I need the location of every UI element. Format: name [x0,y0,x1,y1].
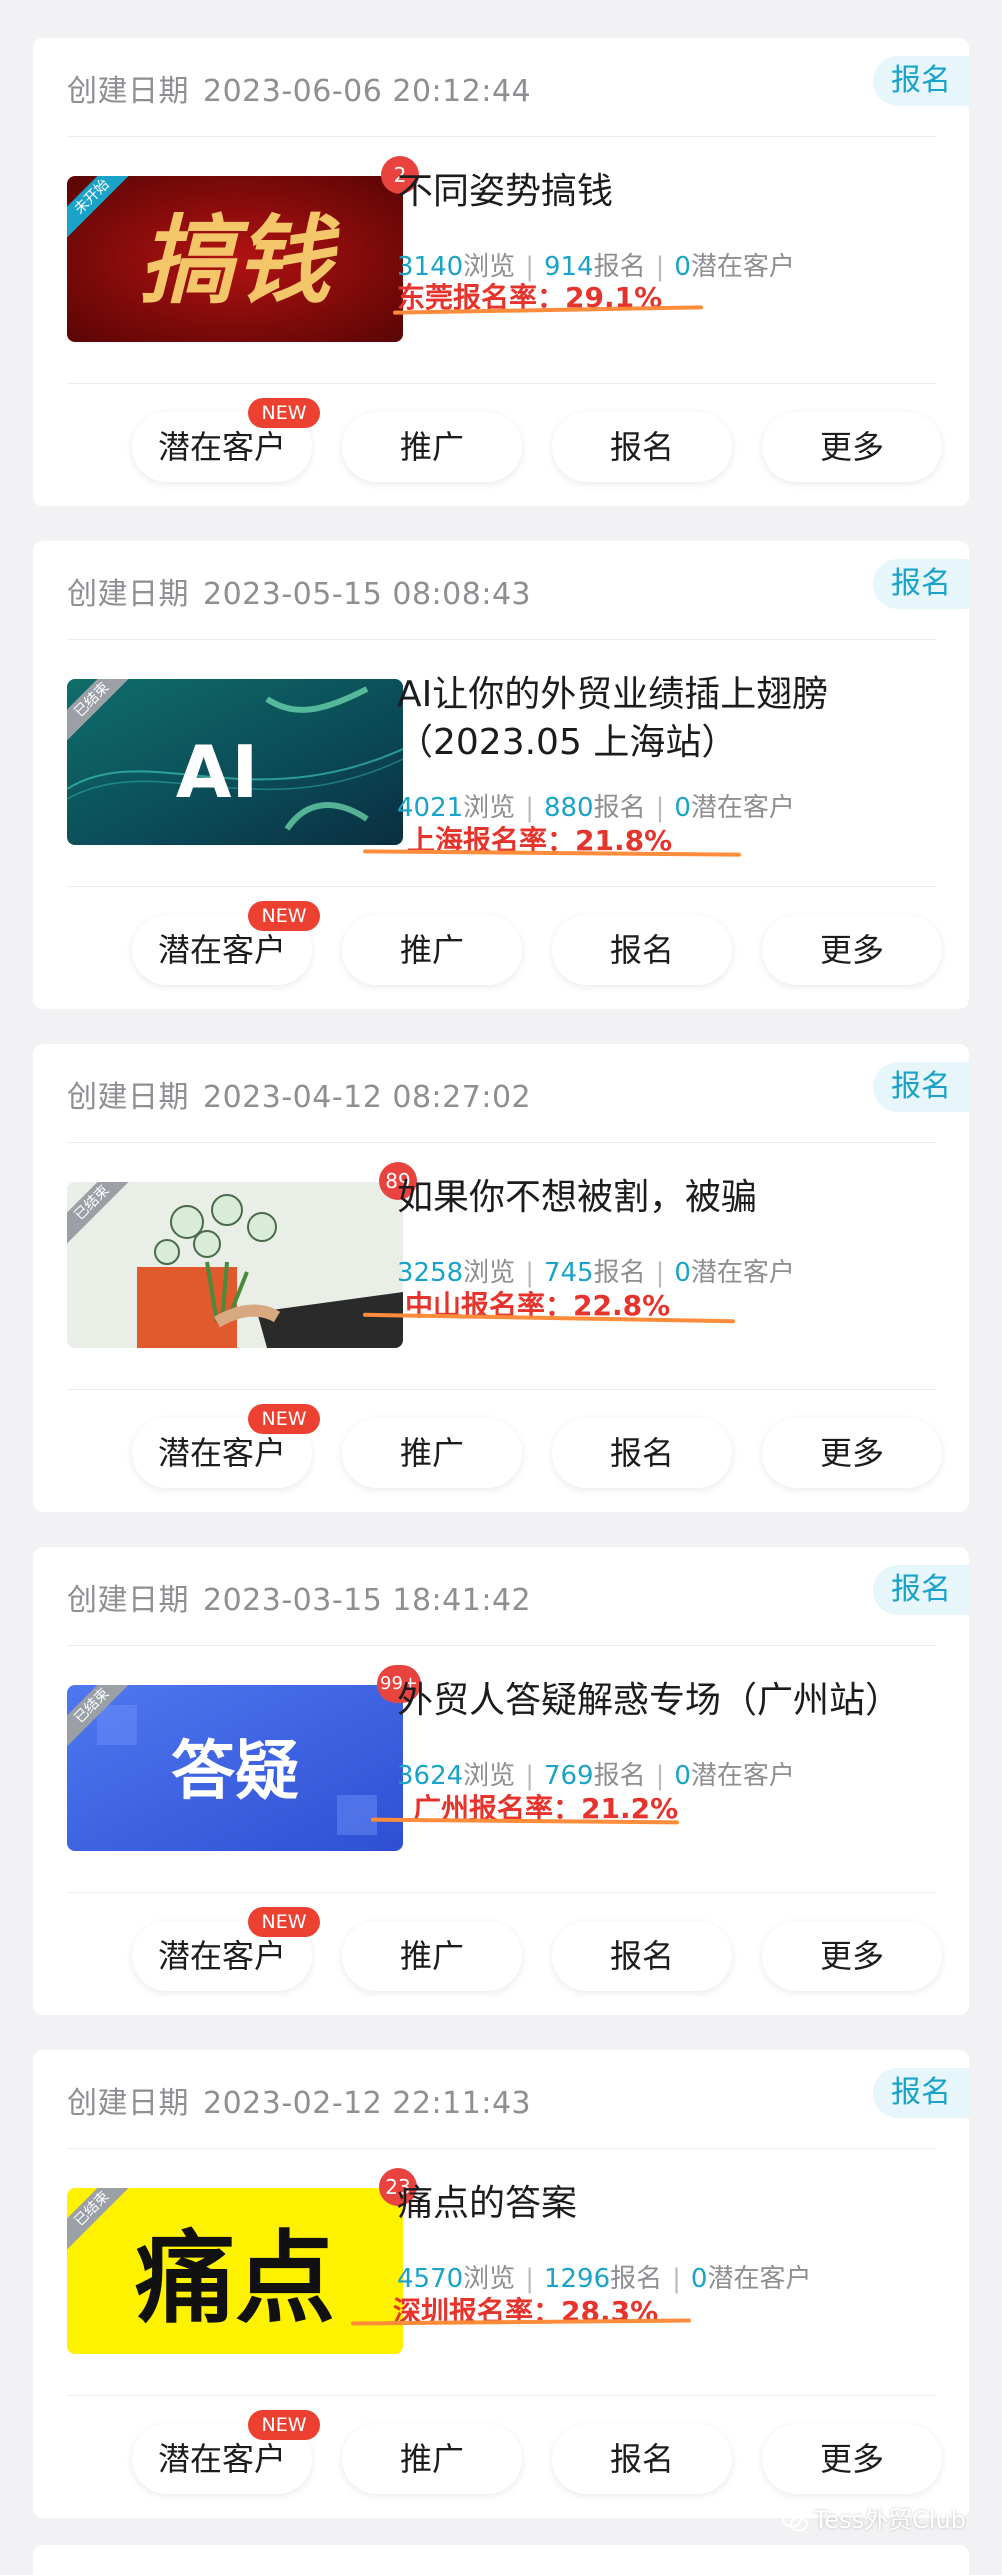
leads-button[interactable]: 潜在客户 NEW [132,1404,320,1488]
leads-button[interactable]: 潜在客户 NEW [132,398,320,482]
more-button[interactable]: 更多 [762,915,942,985]
svg-text:AI: AI [176,730,259,814]
signup-tag[interactable]: 报名 [873,1062,969,1112]
leads-button[interactable]: 潜在客户 NEW [132,901,320,985]
event-title[interactable]: 不同姿势搞钱 [397,168,957,216]
divider [67,1142,935,1143]
divider [67,639,935,640]
more-button[interactable]: 更多 [762,412,942,482]
event-thumbnail[interactable]: 痛点 已结束 [67,2188,403,2354]
divider [67,136,935,137]
event-thumbnail[interactable]: 答疑 已结束 [67,1685,403,1851]
divider [67,2148,935,2149]
leads-button[interactable]: 潜在客户 NEW [132,2410,320,2494]
event-card: 创建日期 2023-06-06 20:12:44 报名 搞钱 未开始 2 不同姿势… [33,38,969,506]
divider [67,2395,935,2396]
more-button[interactable]: 更多 [762,1418,942,1488]
svg-text:痛点: 痛点 [135,2220,335,2337]
event-thumbnail[interactable]: AI 已结束 [67,679,403,845]
new-badge: NEW [248,1404,320,1434]
signup-button[interactable]: 报名 [552,1418,732,1488]
divider [67,383,935,384]
event-card: 创建日期 2023-03-15 18:41:42 报名 答疑 已结束 99+ 外贸… [33,1547,969,2015]
created-date: 创建日期 2023-04-12 08:27:02 [67,1080,532,1115]
event-title[interactable]: 外贸人答疑解惑专场（广州站） [397,1677,957,1725]
more-button[interactable]: 更多 [762,1921,942,1991]
signup-tag[interactable]: 报名 [873,2068,969,2118]
event-title[interactable]: AI让你的外贸业绩插上翅膀（2023.05 上海站） [397,671,957,767]
leads-button[interactable]: 潜在客户 NEW [132,1907,320,1991]
signup-button[interactable]: 报名 [552,2424,732,2494]
event-title[interactable]: 如果你不想被割，被骗 [397,1174,957,1222]
promote-button[interactable]: 推广 [342,1418,522,1488]
new-badge: NEW [248,398,320,428]
new-badge: NEW [248,901,320,931]
signup-button[interactable]: 报名 [552,412,732,482]
created-date: 创建日期 2023-05-15 08:08:43 [67,577,532,612]
event-thumbnail[interactable]: 搞钱 未开始 [67,176,403,342]
event-thumbnail[interactable]: 已结束 [67,1182,403,1348]
divider [67,1892,935,1893]
created-date: 创建日期 2023-03-15 18:41:42 [67,1583,532,1618]
divider [67,1645,935,1646]
event-card: 创建日期 2023-02-12 22:11:43 报名 痛点 已结束 23 痛点的… [33,2050,969,2518]
event-card: 创建日期 2023-05-15 08:08:43 报名 AI 已结束 AI让你的外… [33,541,969,1009]
signup-tag[interactable]: 报名 [873,56,969,106]
promote-button[interactable]: 推广 [342,1921,522,1991]
event-card: 创建日期 2023-04-12 08:27:02 报名 已结束 89 如果你不想被… [33,1044,969,1512]
more-button[interactable]: 更多 [762,2424,942,2494]
signup-tag[interactable]: 报名 [873,1565,969,1615]
divider [67,1389,935,1390]
divider [67,886,935,887]
next-event-card [33,2545,969,2575]
created-date: 创建日期 2023-02-12 22:11:43 [67,2086,532,2121]
new-badge: NEW [248,2410,320,2440]
promote-button[interactable]: 推广 [342,915,522,985]
promote-button[interactable]: 推广 [342,412,522,482]
event-title[interactable]: 痛点的答案 [397,2180,957,2228]
watermark: Tess外贸Club [781,2500,966,2535]
svg-text:搞钱: 搞钱 [139,204,341,317]
wechat-icon [781,2510,808,2532]
new-badge: NEW [248,1907,320,1937]
promote-button[interactable]: 推广 [342,2424,522,2494]
created-date: 创建日期 2023-06-06 20:12:44 [67,74,532,109]
signup-button[interactable]: 报名 [552,915,732,985]
signup-button[interactable]: 报名 [552,1921,732,1991]
signup-tag[interactable]: 报名 [873,559,969,609]
svg-text:答疑: 答疑 [171,1735,299,1809]
